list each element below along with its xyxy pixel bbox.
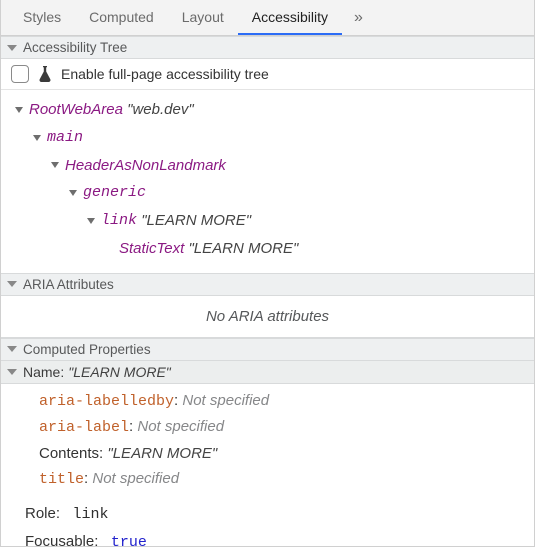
tabs-overflow-button[interactable]: »	[342, 9, 375, 27]
panel-tabstrip: Styles Computed Layout Accessibility »	[1, 0, 534, 36]
tab-layout[interactable]: Layout	[168, 0, 238, 35]
computed-name-row[interactable]: Name: "LEARN MORE"	[1, 361, 534, 384]
node-role: link	[101, 207, 137, 235]
node-name: "LEARN MORE"	[141, 207, 251, 235]
prop-value: Not specified	[182, 392, 269, 409]
name-source-list: aria-labelledby: Not specified aria-labe…	[1, 384, 534, 501]
tab-computed[interactable]: Computed	[75, 0, 168, 35]
tree-node-main[interactable]: main	[15, 124, 530, 152]
tab-styles[interactable]: Styles	[9, 0, 75, 35]
computed-focusable-row: Focusable: true	[1, 529, 534, 553]
section-title: Computed Properties	[23, 342, 151, 357]
enable-fullpage-label: Enable full-page accessibility tree	[61, 66, 269, 82]
section-title: ARIA Attributes	[23, 277, 114, 292]
prop-key: Contents	[39, 445, 99, 462]
chevron-down-icon	[7, 281, 17, 287]
chevron-down-icon	[7, 346, 17, 352]
prop-row: aria-label: Not specified	[39, 414, 530, 441]
computed-role-row: Role: link	[1, 501, 534, 530]
tree-node-header[interactable]: HeaderAsNonLandmark	[15, 152, 530, 180]
accessibility-tree: RootWebArea "web.dev" main HeaderAsNonLa…	[1, 90, 534, 273]
chevron-down-icon	[7, 369, 17, 375]
tree-node-root[interactable]: RootWebArea "web.dev"	[15, 96, 530, 124]
prop-key: aria-labelledby	[39, 393, 174, 410]
tree-node-link[interactable]: link "LEARN MORE"	[15, 207, 530, 235]
tree-node-statictext[interactable]: StaticText "LEARN MORE"	[15, 235, 530, 263]
role-label: Role:	[25, 505, 60, 522]
chevron-down-icon	[15, 107, 23, 113]
tree-node-generic[interactable]: generic	[15, 179, 530, 207]
section-title: Accessibility Tree	[23, 40, 127, 55]
chevron-down-icon	[87, 218, 95, 224]
prop-value: Not specified	[92, 470, 179, 487]
section-header-aria[interactable]: ARIA Attributes	[1, 273, 534, 296]
node-name: "web.dev"	[127, 96, 194, 124]
prop-row: aria-labelledby: Not specified	[39, 388, 530, 415]
focusable-label: Focusable:	[25, 533, 98, 550]
chevron-down-icon	[51, 162, 59, 168]
chevron-down-icon	[7, 45, 17, 51]
prop-row: title: Not specified	[39, 466, 530, 493]
enable-fullpage-checkbox[interactable]	[11, 65, 29, 83]
prop-key: aria-label	[39, 419, 129, 436]
prop-row: Contents: "LEARN MORE"	[39, 441, 530, 467]
prop-value: "LEARN MORE"	[107, 445, 217, 462]
chevron-down-icon	[33, 135, 41, 141]
prop-key: title	[39, 471, 84, 488]
chevron-down-icon	[69, 190, 77, 196]
spacer	[105, 246, 113, 252]
node-role: HeaderAsNonLandmark	[65, 152, 226, 180]
name-label: Name:	[23, 364, 64, 380]
name-value: "LEARN MORE"	[68, 364, 171, 380]
node-role: generic	[83, 179, 146, 207]
enable-fullpage-row: Enable full-page accessibility tree	[1, 59, 534, 90]
focusable-value: true	[111, 534, 147, 551]
node-name: "LEARN MORE"	[188, 235, 298, 263]
section-header-tree[interactable]: Accessibility Tree	[1, 36, 534, 59]
node-role: RootWebArea	[29, 96, 123, 124]
prop-value: Not specified	[137, 418, 224, 435]
tab-accessibility[interactable]: Accessibility	[238, 0, 342, 35]
node-role: main	[47, 124, 83, 152]
role-value: link	[73, 506, 109, 523]
node-role: StaticText	[119, 235, 184, 263]
aria-empty-message: No ARIA attributes	[1, 296, 534, 338]
section-header-computed[interactable]: Computed Properties	[1, 338, 534, 361]
flask-icon	[37, 65, 53, 83]
